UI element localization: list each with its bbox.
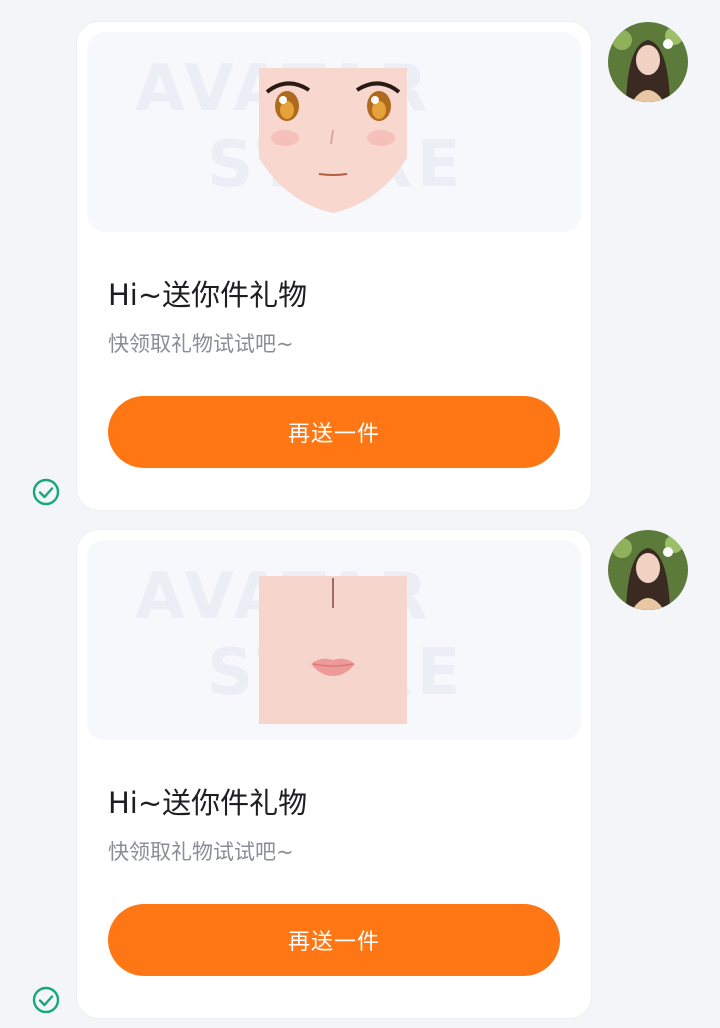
- gift-preview: AVATAR STORE: [87, 32, 581, 232]
- chat-message: AVATAR STORE Hi~送你件礼物 快领取礼物试试吧~ 再送一件: [0, 528, 720, 1028]
- gift-preview: AVATAR STORE: [87, 540, 581, 740]
- avatar[interactable]: [608, 22, 688, 102]
- user-avatar-image: [608, 530, 688, 610]
- send-another-button[interactable]: 再送一件: [108, 396, 560, 468]
- user-avatar-image: [608, 22, 688, 102]
- avatar[interactable]: [608, 530, 688, 610]
- card-title: Hi~送你件礼物: [108, 278, 308, 312]
- card-subtitle: 快领取礼物试试吧~: [108, 840, 294, 864]
- avatar-eyes-image: [259, 68, 407, 213]
- send-another-button[interactable]: 再送一件: [108, 904, 560, 976]
- chat-message: AVATAR STORE Hi~送你件礼物 快: [0, 20, 720, 520]
- check-circle-icon: [32, 986, 60, 1014]
- check-circle-icon: [32, 478, 60, 506]
- card-subtitle: 快领取礼物试试吧~: [108, 332, 294, 356]
- gift-card[interactable]: AVATAR STORE Hi~送你件礼物 快领取礼物试试吧~ 再送一件: [77, 530, 591, 1018]
- avatar-lips-image: [259, 576, 407, 724]
- gift-card[interactable]: AVATAR STORE Hi~送你件礼物 快: [77, 22, 591, 510]
- card-title: Hi~送你件礼物: [108, 786, 308, 820]
